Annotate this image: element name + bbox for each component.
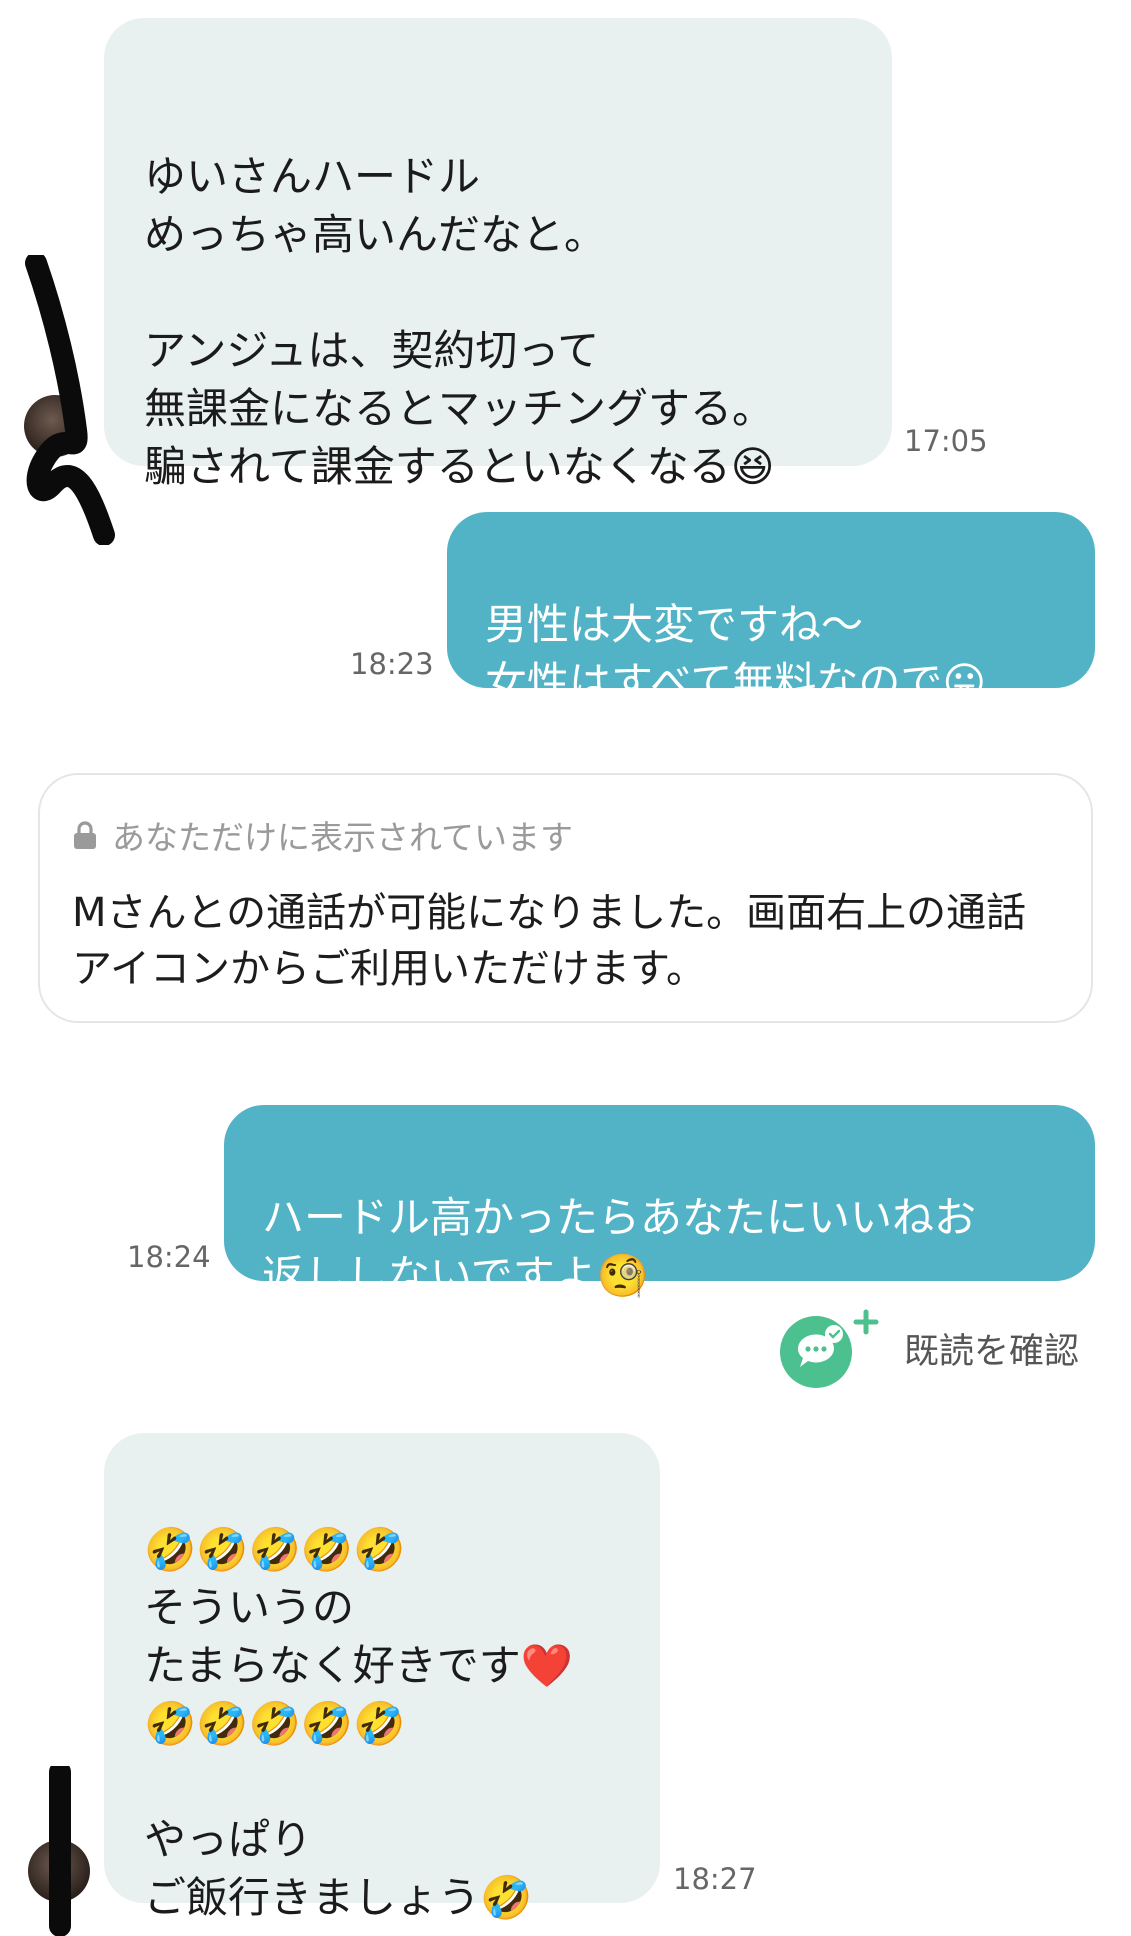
message-bubble-incoming[interactable]: ゆいさんハードル めっちゃ高いんだなと。 アンジュは、契約切って 無課金になると… (104, 18, 892, 491)
system-notice-body: Mさんとの通話が可能になりました。画面右上の通話 アイコンからご利用いただけます… (72, 890, 1027, 992)
message-bubble-outgoing[interactable]: 男性は大変ですね〜 女性はすべて無料なので😛 (447, 512, 1095, 707)
lock-icon (74, 821, 96, 849)
message-time: 18:24 (127, 1240, 211, 1274)
message-text: ゆいさんハードル めっちゃ高いんだなと。 アンジュは、契約切って 無課金になると… (144, 152, 775, 491)
message-text: 🤣🤣🤣🤣🤣 そういうの たまらなく好きです❤️ 🤣🤣🤣🤣🤣 やっぱり ご飯行きま… (144, 1525, 574, 1922)
read-receipt-label: 既読を確認 (904, 1331, 1080, 1372)
message-text: ハードル高かったらあなたにいいねお 返ししないですよ🧐 (262, 1193, 977, 1300)
chat-check-plus-icon (780, 1309, 879, 1388)
message-bubble-incoming[interactable]: 🤣🤣🤣🤣🤣 そういうの たまらなく好きです❤️ 🤣🤣🤣🤣🤣 やっぱり ご飯行きま… (104, 1433, 660, 1922)
read-receipt-button[interactable]: 既読を確認 (776, 1308, 1079, 1388)
system-notice-card: あなただけに表示されています Mさんとの通話が可能になりました。画面右上の通話 … (38, 773, 1093, 1023)
message-bubble-outgoing[interactable]: ハードル高かったらあなたにいいねお 返ししないですよ🧐 (224, 1105, 1095, 1300)
system-notice-header: あなただけに表示されています (72, 811, 573, 859)
message-time: 17:05 (904, 424, 988, 458)
message-text: 男性は大変ですね〜 女性はすべて無料なので😛 (485, 600, 987, 707)
redaction-scribble (49, 1766, 71, 1936)
message-time: 18:27 (673, 1862, 757, 1896)
message-time: 18:23 (350, 647, 434, 681)
redaction-scribble (25, 255, 115, 545)
system-notice-label: あなただけに表示されています (112, 818, 574, 857)
